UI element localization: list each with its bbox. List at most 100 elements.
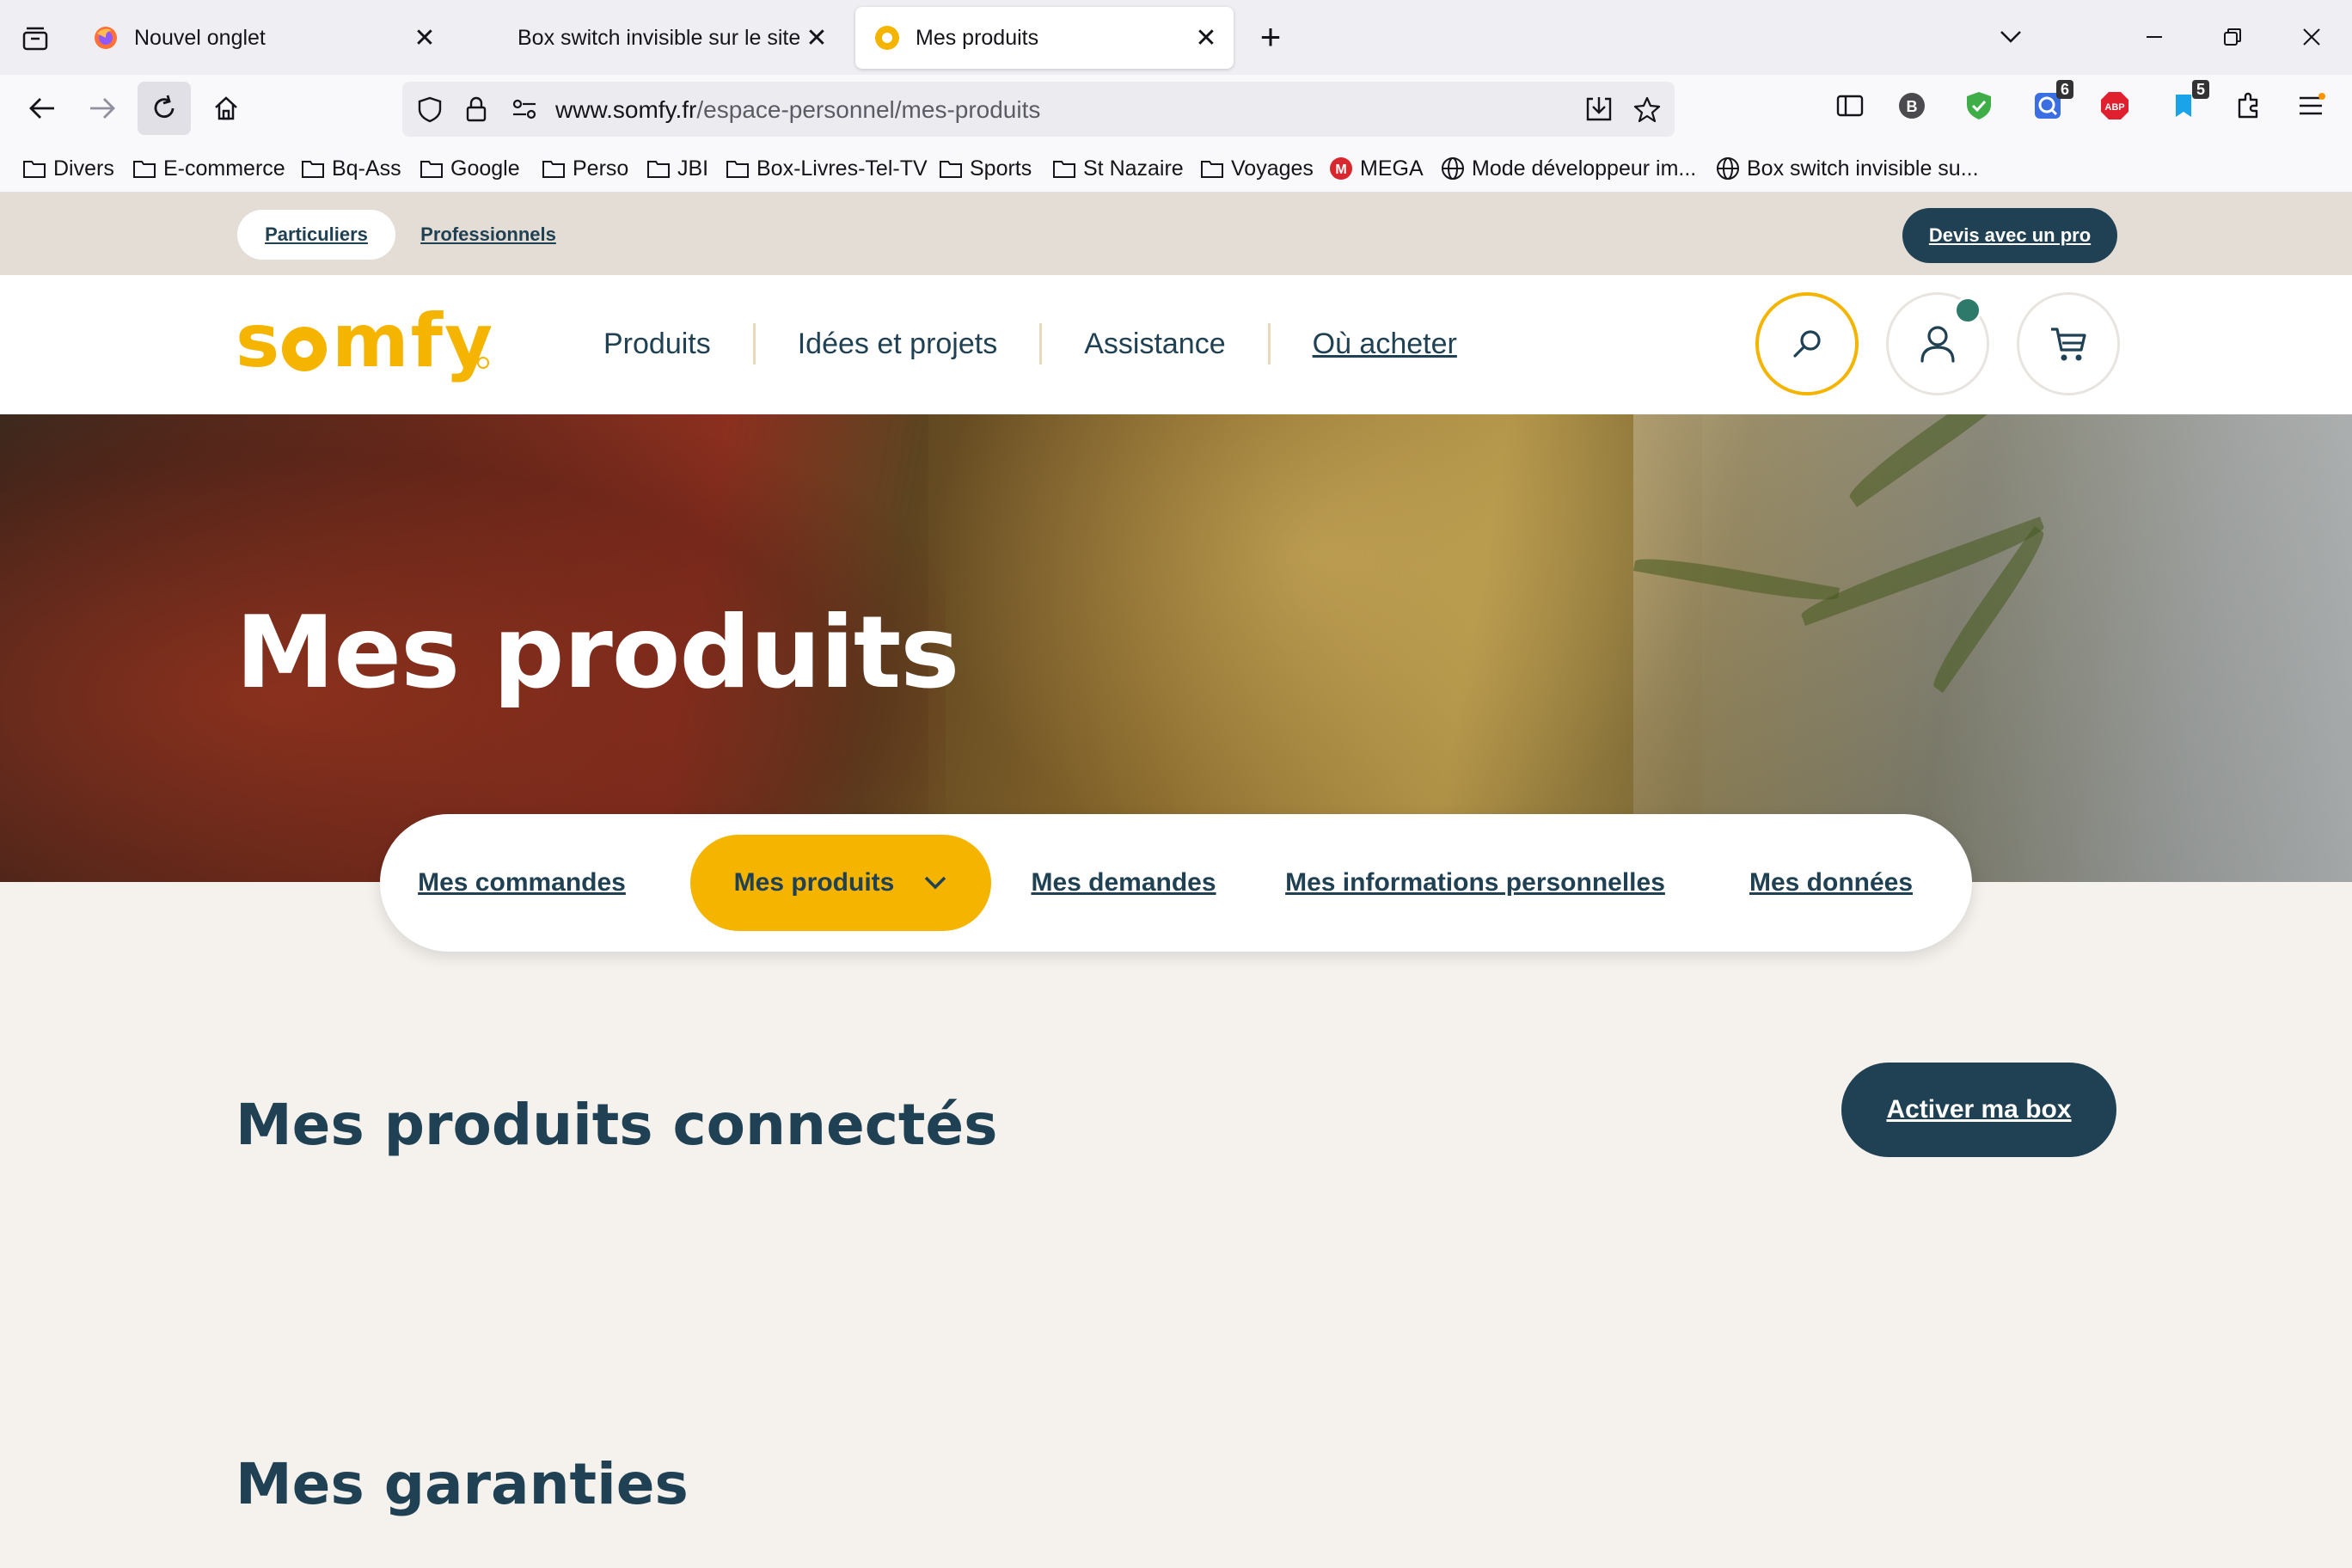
devis-pro-button[interactable]: Devis avec un pro — [1902, 208, 2117, 263]
back-button[interactable] — [15, 82, 69, 135]
folder-icon — [939, 156, 963, 181]
account-subnav: Mes commandes Mes produits Mes demandes … — [380, 814, 1972, 952]
home-icon — [215, 96, 237, 120]
chevron-down-icon — [923, 875, 947, 891]
connected-products-title: Mes produits connectés — [236, 1092, 998, 1158]
subnav-mes-demandes[interactable]: Mes demandes — [1031, 835, 1216, 931]
somfy-favicon — [874, 25, 900, 51]
tab-list-icon — [22, 27, 48, 51]
nav-produits[interactable]: Produits — [603, 328, 753, 361]
url-text[interactable]: www.somfy.fr/espace-personnel/mes-produi… — [555, 96, 1040, 124]
bookmark-mega[interactable]: M MEGA — [1329, 151, 1424, 186]
bookmark-st-nazaire[interactable]: St Nazaire — [1052, 151, 1184, 186]
folder-icon — [542, 156, 566, 181]
nav-assistance[interactable]: Assistance — [1042, 328, 1267, 361]
user-icon — [1920, 326, 1955, 363]
hero-image-sofa — [928, 414, 1702, 882]
bookmark-voyages[interactable]: Voyages — [1200, 151, 1314, 186]
tab-mes-produits[interactable]: Mes produits ✕ — [855, 7, 1234, 69]
minimize-button[interactable] — [2135, 17, 2174, 57]
svg-text:s: s — [236, 308, 281, 384]
search-icon — [1793, 330, 1821, 358]
folder-icon — [420, 156, 444, 181]
lock-icon[interactable] — [461, 94, 492, 125]
shield-icon[interactable] — [414, 94, 445, 125]
bookmarks-bar: Divers E-commerce Bq-Ass Google Perso JB… — [0, 144, 2352, 193]
bookmark-jbi[interactable]: JBI — [646, 151, 708, 186]
globe-icon — [1716, 156, 1740, 181]
new-tab-button[interactable]: + — [1251, 16, 1290, 57]
subnav-mes-informations-personnelles[interactable]: Mes informations personnelles — [1285, 835, 1665, 931]
extension-b-icon[interactable]: B — [1893, 87, 1931, 125]
svg-text:B: B — [1907, 98, 1918, 115]
mega-icon: M — [1329, 156, 1353, 181]
nav-ou-acheter[interactable]: Où acheter — [1271, 328, 1499, 361]
tab-close-button[interactable]: ✕ — [799, 21, 834, 55]
professionnels-link[interactable]: Professionnels — [409, 210, 567, 260]
restore-button[interactable] — [2213, 17, 2252, 57]
main-navigation: Produits Idées et projets Assistance Où … — [603, 320, 1499, 368]
list-all-tabs-button[interactable] — [1991, 17, 2030, 57]
menu-icon[interactable] — [2292, 87, 2330, 125]
save-page-icon[interactable] — [1583, 94, 1614, 125]
particuliers-link[interactable]: Particuliers — [237, 210, 395, 260]
reload-icon — [154, 95, 175, 119]
bookmark-perso[interactable]: Perso — [542, 151, 628, 186]
somfy-logo[interactable]: s mfy — [236, 298, 493, 403]
folder-icon — [22, 156, 46, 181]
warranties-title: Mes garanties — [236, 1451, 689, 1517]
arrow-right-icon — [90, 98, 115, 119]
folder-icon — [1200, 156, 1224, 181]
chevron-down-icon — [2000, 31, 2021, 43]
hero-banner: Mes produits — [0, 414, 2352, 882]
bookmark-mode-developpeur[interactable]: Mode développeur im... — [1441, 151, 1696, 186]
search-button[interactable] — [1755, 292, 1859, 395]
bookmark-star-icon[interactable] — [1632, 94, 1663, 125]
tab-list-button[interactable] — [12, 19, 58, 58]
bookmark-e-commerce[interactable]: E-commerce — [132, 151, 285, 186]
firefox-icon — [93, 25, 119, 51]
tab-new-tab[interactable]: Nouvel onglet ✕ — [74, 7, 452, 69]
tab-close-button[interactable]: ✕ — [1189, 21, 1223, 55]
subnav-mes-produits[interactable]: Mes produits — [690, 835, 991, 931]
shield-check-extension-icon[interactable] — [1960, 87, 1998, 125]
svg-text:mfy: mfy — [332, 308, 493, 384]
bookmark-bq-ass[interactable]: Bq-Ass — [301, 151, 401, 186]
url-bar[interactable]: www.somfy.fr/espace-personnel/mes-produi… — [402, 82, 1675, 137]
page-title: Mes produits — [236, 595, 959, 711]
home-button[interactable] — [199, 82, 253, 135]
folder-icon — [726, 156, 750, 181]
bookmark-box-livres-tel-tv[interactable]: Box-Livres-Tel-TV — [726, 151, 928, 186]
extension-q-icon[interactable]: 6 — [2029, 80, 2073, 125]
tab-box-switch[interactable]: Box switch invisible sur le site - ✕ — [481, 7, 844, 69]
audience-strip: Particuliers Professionnels Devis avec u… — [0, 193, 2352, 275]
bookmark-divers[interactable]: Divers — [22, 151, 114, 186]
bookmark-google[interactable]: Google — [420, 151, 520, 186]
folder-icon — [646, 156, 671, 181]
bookmark-box-switch[interactable]: Box switch invisible su... — [1716, 151, 1979, 186]
cart-button[interactable] — [2017, 292, 2120, 395]
extensions-puzzle-icon[interactable] — [2230, 87, 2268, 125]
sidebar-icon[interactable] — [1831, 87, 1869, 125]
folder-icon — [132, 156, 156, 181]
site-permissions-icon[interactable] — [509, 94, 540, 125]
bookmark-sports[interactable]: Sports — [939, 151, 1032, 186]
forward-button[interactable] — [76, 82, 129, 135]
reload-button[interactable] — [138, 82, 191, 135]
close-icon — [2303, 28, 2320, 46]
tab-close-button[interactable]: ✕ — [407, 21, 442, 55]
notification-dot — [1954, 297, 1981, 324]
subnav-mes-donnees[interactable]: Mes données — [1740, 835, 1922, 931]
close-window-button[interactable] — [2292, 17, 2331, 57]
adblock-plus-icon[interactable]: ABP — [2096, 87, 2134, 125]
restore-icon — [2224, 28, 2241, 46]
svg-text:M: M — [1335, 162, 1346, 177]
globe-icon — [1441, 156, 1465, 181]
subnav-mes-commandes[interactable]: Mes commandes — [414, 835, 629, 931]
minimize-icon — [2147, 36, 2162, 38]
account-button[interactable] — [1886, 292, 1989, 395]
nav-idees-projets[interactable]: Idées et projets — [756, 328, 1039, 361]
hero-image-window — [1633, 414, 2352, 882]
tab-extension-icon[interactable]: 5 — [2165, 80, 2209, 125]
activate-box-button[interactable]: Activer ma box — [1841, 1063, 2116, 1157]
